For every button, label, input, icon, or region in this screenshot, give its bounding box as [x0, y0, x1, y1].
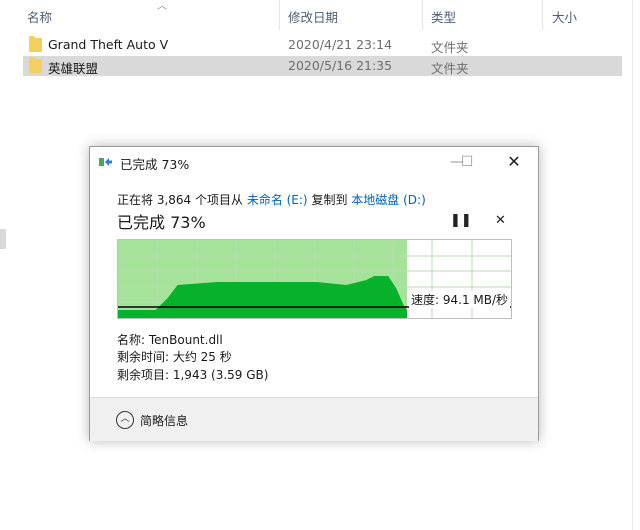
cancel-icon[interactable]: ✕ [495, 213, 506, 228]
nav-selected-item [0, 229, 6, 249]
column-header-bar: ︿ 名称 修改日期 类型 大小 [10, 0, 640, 30]
file-type: 文件夹 [431, 61, 469, 76]
close-icon[interactable]: ✕ [499, 152, 529, 172]
file-type: 文件夹 [431, 40, 469, 55]
file-name: 英雄联盟 [48, 61, 99, 76]
destination-link[interactable]: 本地磁盘 (D:) [351, 193, 425, 207]
folder-icon [29, 36, 42, 52]
fewer-details-button[interactable]: 简略信息 [140, 412, 188, 429]
chevron-up-icon[interactable]: ︿ [116, 411, 134, 429]
description-prefix: 正在将 3,864 个项目从 [117, 193, 243, 207]
copy-progress-icon [99, 158, 112, 166]
items-remaining: 剩余项目: 1,943 (3.59 GB) [117, 368, 269, 382]
dialog-title-bar[interactable]: 已完成 73% — ☐ ✕ [90, 147, 538, 177]
file-date: 2020/4/21 23:14 [288, 37, 393, 52]
dialog-footer: ︿ 简略信息 [90, 397, 538, 441]
column-header-type[interactable]: 类型 [431, 7, 456, 26]
folder-icon [29, 57, 42, 73]
file-row[interactable]: Grand Theft Auto V 2020/4/21 23:14 文件夹 [23, 35, 622, 55]
source-link[interactable]: 未命名 (E:) [247, 193, 308, 207]
sort-ascending-icon: ︿ [157, 1, 167, 12]
file-row[interactable]: 英雄联盟 2020/5/16 21:35 文件夹 [23, 56, 622, 76]
maximize-icon[interactable]: ☐ [452, 152, 482, 172]
file-date: 2020/5/16 21:35 [288, 58, 393, 73]
time-remaining: 剩余时间: 大约 25 秒 [117, 350, 232, 364]
pause-icon[interactable]: ❚❚ [450, 213, 472, 228]
copy-description: 正在将 3,864 个项目从 未命名 (E:) 复制到 本地磁盘 (D:) [117, 191, 426, 208]
dialog-title: 已完成 73% [120, 157, 190, 172]
speed-readout: 速度: 94.1 MB/秒 [409, 291, 511, 308]
navigation-pane-edge [0, 0, 10, 530]
transfer-graph: 速度: 94.1 MB/秒 [117, 239, 512, 319]
description-middle: 复制到 [311, 193, 348, 207]
current-file-name: 名称: TenBount.dll [117, 333, 223, 347]
column-divider[interactable] [542, 0, 543, 30]
column-header-name[interactable]: 名称 [27, 7, 52, 26]
file-name: Grand Theft Auto V [48, 37, 169, 52]
progress-percent: 已完成 73% [117, 213, 206, 232]
scrollbar-track[interactable] [632, 0, 633, 530]
copy-progress-dialog: 已完成 73% — ☐ ✕ 正在将 3,864 个项目从 未命名 (E:) 复制… [89, 146, 539, 441]
column-divider[interactable] [279, 0, 280, 30]
column-divider[interactable] [422, 0, 423, 30]
column-header-size[interactable]: 大小 [552, 7, 577, 26]
column-header-date[interactable]: 修改日期 [288, 7, 338, 26]
